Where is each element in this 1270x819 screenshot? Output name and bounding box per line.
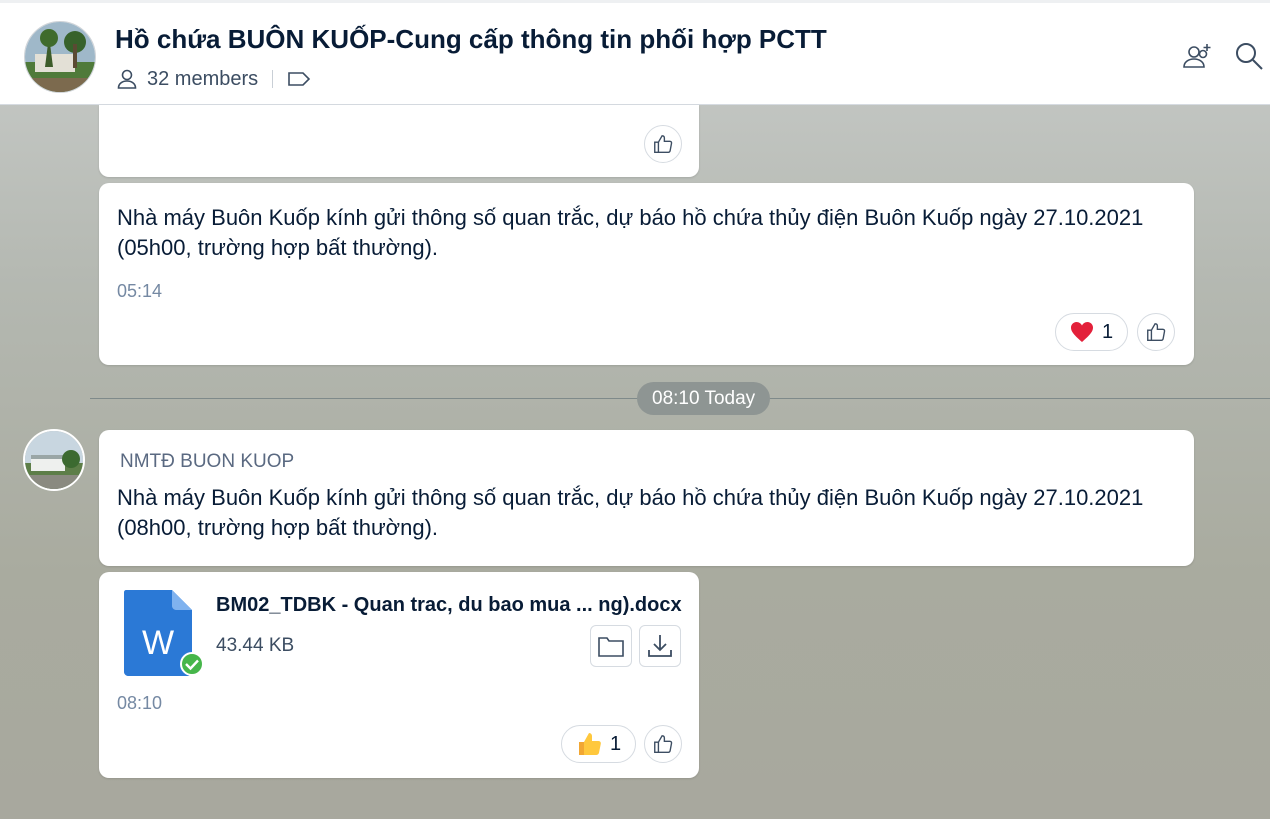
thumbs-up-outline-icon: [1147, 323, 1166, 341]
members-count[interactable]: 32 members: [147, 68, 258, 91]
message-time: 05:14: [117, 281, 163, 301]
group-meta: 32 members: [115, 65, 311, 93]
message-text: Nhà máy Buôn Kuốp kính gửi thông số quan…: [117, 483, 1143, 543]
file-size: 43.44 KB: [216, 635, 295, 656]
download-icon: [648, 635, 672, 657]
sender-avatar[interactable]: [23, 429, 85, 491]
message-text-line: Nhà máy Buôn Kuốp kính gửi thông số quan…: [117, 205, 1144, 230]
file-icon-letter: W: [142, 624, 174, 662]
like-button[interactable]: [1137, 313, 1175, 351]
reaction-count: 1: [610, 732, 622, 755]
open-folder-button[interactable]: [590, 625, 632, 667]
message-bubble-3[interactable]: NMTĐ BUON KUOP Nhà máy Buôn Kuốp kính gử…: [99, 430, 1194, 566]
file-name[interactable]: BM02_TDBK - Quan trac, du bao mua ... ng…: [216, 594, 682, 617]
reaction-count: 1: [1102, 320, 1114, 343]
tag-icon[interactable]: [287, 67, 311, 91]
download-button[interactable]: [639, 625, 681, 667]
message-bubble-file[interactable]: W BM02_TDBK - Quan trac, du bao mua ... …: [99, 572, 699, 778]
sender-name[interactable]: NMTĐ BUON KUOP: [120, 451, 294, 473]
group-title: Hồ chứa BUÔN KUỐP-Cung cấp thông tin phố…: [115, 24, 827, 54]
heart-icon: [1071, 322, 1093, 342]
person-icon: [117, 69, 137, 89]
thumbs-up-outline-icon: [654, 735, 673, 753]
time-divider-label: 08:10 Today: [637, 382, 771, 415]
reaction-pill[interactable]: 1: [1055, 313, 1129, 351]
add-member-button[interactable]: [1180, 39, 1214, 73]
group-avatar[interactable]: [24, 21, 96, 93]
search-button[interactable]: [1232, 39, 1266, 73]
word-file-icon[interactable]: W: [124, 590, 204, 676]
add-member-icon: [1183, 44, 1211, 68]
message-text: Nhà máy Buôn Kuốp kính gửi thông số quan…: [117, 203, 1143, 263]
like-button[interactable]: [644, 725, 682, 763]
message-bubble-2[interactable]: Nhà máy Buôn Kuốp kính gửi thông số quan…: [99, 183, 1194, 365]
message-text-line: Nhà máy Buôn Kuốp kính gửi thông số quan…: [117, 485, 1144, 510]
chat-header: Hồ chứa BUÔN KUỐP-Cung cấp thông tin phố…: [0, 0, 1270, 105]
meta-separator: [272, 70, 274, 88]
message-time: 08:10: [117, 693, 163, 713]
reaction-pill[interactable]: 1: [561, 725, 637, 763]
message-text-line: (05h00, trường hợp bất thường).: [117, 235, 439, 260]
message-bubble-1[interactable]: [99, 105, 699, 177]
like-button[interactable]: [644, 125, 682, 163]
message-text-line: (08h00, trường hợp bất thường).: [117, 515, 439, 540]
search-icon: [1236, 43, 1263, 70]
thumbs-up-icon: [579, 733, 601, 755]
folder-icon: [598, 637, 624, 657]
thumbs-up-outline-icon: [654, 135, 673, 153]
